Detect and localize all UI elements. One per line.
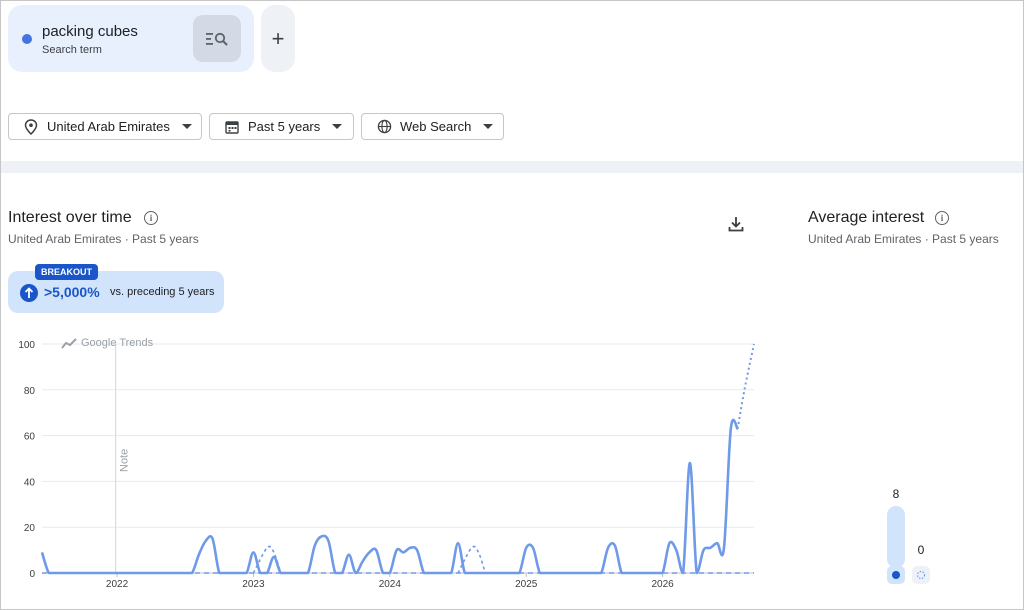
y-tick-label: 0 xyxy=(29,569,35,580)
property-filter-label: Web Search xyxy=(400,119,472,134)
average-value-label: 8 xyxy=(893,487,900,501)
note-label[interactable]: Note xyxy=(119,449,131,472)
y-tick-label: 100 xyxy=(18,340,35,351)
chevron-down-icon xyxy=(181,124,192,129)
property-filter[interactable]: Web Search xyxy=(361,113,504,140)
calendar-icon xyxy=(224,119,240,135)
y-tick-label: 40 xyxy=(24,477,36,488)
watermark-text: Google Trends xyxy=(81,337,154,349)
average-interest-title: Average interest xyxy=(808,209,925,226)
arrow-up-icon xyxy=(20,284,38,302)
download-icon[interactable] xyxy=(728,216,744,232)
interest-over-time-subtitle: United Arab Emirates · Past 5 years xyxy=(8,232,199,246)
time-range-filter-label: Past 5 years xyxy=(248,119,321,134)
chevron-down-icon xyxy=(332,124,343,129)
average-value-label: 0 xyxy=(918,543,925,557)
interest-over-time-title: Interest over time xyxy=(8,209,132,226)
y-tick-label: 80 xyxy=(24,386,36,397)
breakout-tag: BREAKOUT xyxy=(35,264,98,280)
series-line[interactable] xyxy=(40,418,739,575)
search-term-card[interactable]: packing cubes Search term xyxy=(8,5,254,72)
x-tick-label: 2022 xyxy=(106,579,129,590)
x-tick-label: 2026 xyxy=(651,579,674,590)
info-icon[interactable]: i xyxy=(144,211,158,225)
search-term-type: Search term xyxy=(42,44,102,56)
search-options-button[interactable] xyxy=(193,15,241,62)
x-tick-label: 2024 xyxy=(379,579,402,590)
info-icon[interactable]: i xyxy=(935,211,949,225)
term-color-dot xyxy=(22,34,32,44)
time-range-filter[interactable]: Past 5 years xyxy=(209,113,354,140)
breakout-comparison: vs. preceding 5 years xyxy=(110,286,215,298)
y-tick-label: 60 xyxy=(24,432,36,443)
breakout-value: >5,000% xyxy=(44,284,100,300)
globe-icon xyxy=(376,119,392,135)
location-filter-label: United Arab Emirates xyxy=(47,119,170,134)
interest-over-time-chart[interactable]: 0 20 40 60 80 100 2022 2023 2024 2025 2026 Note G… xyxy=(0,330,770,595)
section-divider xyxy=(1,161,1023,173)
partial-data-line[interactable] xyxy=(736,343,755,429)
legend-swatch xyxy=(912,566,930,584)
list-search-icon xyxy=(206,32,228,46)
location-filter[interactable]: United Arab Emirates xyxy=(8,113,202,140)
google-trends-watermark: Google Trends xyxy=(61,337,154,349)
x-tick-label: 2023 xyxy=(242,579,265,590)
term-dot-icon xyxy=(892,571,900,579)
average-bar xyxy=(887,506,905,568)
chevron-down-icon xyxy=(483,124,494,129)
average-interest-chart: 80 xyxy=(887,487,930,584)
average-interest-subtitle: United Arab Emirates · Past 5 years xyxy=(808,232,999,246)
y-tick-label: 20 xyxy=(24,523,36,534)
search-term-name: packing cubes xyxy=(42,23,138,40)
add-comparison-button[interactable]: + xyxy=(261,5,295,72)
x-tick-label: 2025 xyxy=(515,579,538,590)
add-label: + xyxy=(271,25,285,51)
location-pin-icon xyxy=(23,118,39,135)
